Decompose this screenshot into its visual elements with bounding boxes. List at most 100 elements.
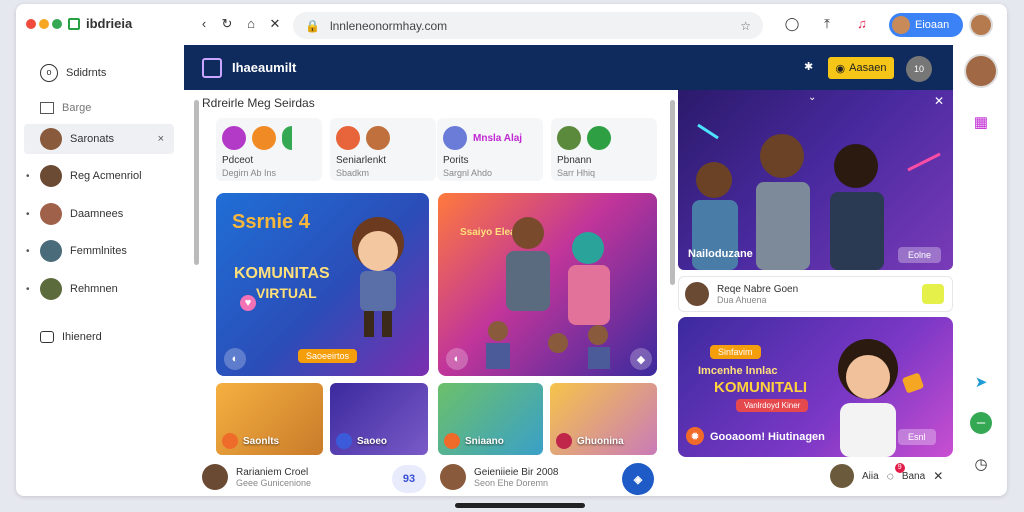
share-icon[interactable]: ⤒	[819, 16, 835, 32]
sparkle-icon[interactable]: ✱	[804, 60, 813, 73]
close-icon[interactable]: ✕	[934, 94, 944, 108]
sidebar-item-6[interactable]: • Rehmnen	[24, 274, 174, 304]
premium-button[interactable]: ◉ Aasaen	[828, 57, 894, 79]
heart-icon: ♥	[240, 295, 256, 311]
bullet-icon: •	[26, 283, 30, 295]
bookmark-star-icon[interactable]: ☆	[740, 19, 751, 33]
kids-illustration	[692, 123, 941, 270]
mini-card[interactable]: Seniarlenkt Sbadkm	[330, 118, 436, 181]
sidebar-item-label: Rehmnen	[70, 283, 118, 295]
user-account-button[interactable]: Eioaan	[889, 13, 963, 37]
sidebar-item-3[interactable]: • Reg Acmenriol	[24, 161, 174, 191]
notification-icon[interactable]: ♫	[854, 16, 870, 32]
sidebar-item-label: Daamnees	[70, 208, 124, 220]
cartoon-character	[352, 217, 404, 337]
close-icon[interactable]: ×	[158, 133, 164, 145]
chat-icon[interactable]: ◌ 9	[887, 463, 905, 483]
video-title: Nailoduzane	[688, 248, 753, 260]
premium-label: Aasaen	[849, 62, 887, 74]
lock-icon[interactable]: ◯	[784, 16, 800, 32]
back-icon[interactable]: ‹	[196, 16, 212, 32]
promo-tag: Sinfavim	[710, 345, 761, 359]
share-icon[interactable]: ◆	[630, 348, 652, 370]
compass-icon[interactable]: ◈	[622, 463, 654, 495]
small-card-text: Sniaano	[465, 435, 504, 447]
sidebar-item-5[interactable]: • Femmlnites	[24, 236, 174, 266]
send-icon[interactable]: ➤	[970, 372, 992, 394]
bottom-user-sub: Geee Gunicenione	[236, 477, 312, 488]
promo-caption: Gooaoom! Hiutinagen	[710, 431, 825, 443]
header-avatar[interactable]: 10	[906, 56, 932, 82]
mini-card[interactable]: Pdceot Degirn Ab Ins	[216, 118, 322, 181]
left-scrollbar[interactable]	[194, 100, 199, 265]
close-icon[interactable]: ✕	[933, 469, 943, 483]
sidebar-item-4[interactable]: • Daamnees	[24, 199, 174, 229]
sidebar: o Sdidrnts Barge Saronats × • Reg Acmenr…	[16, 48, 181, 448]
browser-toolbar: ibdrieia ‹ ↻ ⌂ ✕ 🔒 lnnleneonormhay.com ☆…	[16, 4, 1007, 44]
sidebar-item-label: Reg Acmenriol	[70, 170, 142, 182]
bullet-icon: •	[26, 208, 30, 220]
bottom-user-2[interactable]: Geieniieie Bir 2008 Seon Ehe Doremn	[440, 464, 559, 490]
feature-card-community[interactable]: Ssaiyo Elea ◐ ◆	[438, 193, 657, 376]
sidebar-item-label: Barge	[62, 102, 92, 114]
avatar	[685, 282, 709, 306]
small-card[interactable]: Saonlts	[216, 383, 323, 455]
browser-window: ibdrieia ‹ ↻ ⌂ ✕ 🔒 lnnleneonormhay.com ☆…	[16, 4, 1007, 496]
mini-card[interactable]: Mnsla Alaj Porits Sargnl Ahdo	[437, 118, 543, 181]
mini-icons: Mnsla Alaj	[443, 124, 537, 152]
app-logo-icon	[202, 57, 222, 78]
bottom-action-button[interactable]: 93	[392, 465, 426, 493]
small-card-label: Sniaano	[444, 433, 504, 449]
sidebar-item-0[interactable]: o Sdidrnts	[24, 58, 174, 88]
target-icon	[336, 126, 360, 150]
promo-button[interactable]: Esnl	[898, 429, 936, 445]
like-icon[interactable]: ◐	[224, 348, 246, 370]
add-icon[interactable]: –	[970, 412, 992, 434]
avatar	[40, 203, 62, 225]
video-action-button[interactable]: Eolne	[898, 247, 942, 263]
reload-icon[interactable]: ↻	[219, 16, 235, 32]
avatar	[40, 278, 62, 300]
grid-icon[interactable]: ▦	[970, 112, 992, 134]
sidebar-item-2[interactable]: Saronats ×	[24, 124, 174, 154]
home-icon[interactable]: ⌂	[243, 16, 259, 32]
video-card[interactable]: ⌄ ✕ Nailoduzane Eolne	[678, 90, 953, 270]
rail-avatar[interactable]	[964, 54, 998, 88]
family-illustration	[486, 217, 610, 369]
small-card[interactable]: Saoeo	[330, 383, 428, 455]
people-icon	[252, 126, 276, 150]
home-indicator[interactable]	[455, 503, 585, 508]
avatar	[440, 464, 466, 490]
small-card[interactable]: Sniaano	[438, 383, 543, 455]
small-card-text: Saonlts	[243, 435, 280, 447]
small-card[interactable]: Ghuonina	[550, 383, 657, 455]
address-bar[interactable]: 🔒 lnnleneonormhay.com ☆	[293, 12, 763, 39]
app-window: Ihaeaumilt ✱ ◉ Aasaen 10 Rdreirle Meg Se…	[184, 45, 953, 457]
feature-pill[interactable]: Saoeeirtos	[298, 349, 358, 363]
comment-row[interactable]: Reqe Nabre Goen Dua Ahuena	[678, 276, 953, 312]
globe-icon	[556, 433, 572, 449]
like-icon[interactable]: ◐	[446, 348, 468, 370]
profile-avatar[interactable]	[969, 13, 993, 37]
small-card-text: Saoeo	[357, 435, 388, 447]
mini-card-title: Seniarlenkt	[336, 155, 387, 166]
promo-card[interactable]: Sinfavim Imcenhe lnnlac KOMUNITALI Vanlr…	[678, 317, 953, 457]
close-tab-icon[interactable]: ✕	[267, 16, 283, 32]
bottom-user-1[interactable]: Rarianiem Croel Geee Gunicenione	[202, 464, 311, 490]
bottom-user-3[interactable]: Aiia ◌ 9 Bana ✕	[830, 463, 943, 488]
bottom-user-title: Rarianiem Croel	[236, 466, 309, 478]
brand[interactable]: ibdrieia	[26, 16, 132, 31]
sidebar-item-1[interactable]: Barge	[24, 93, 174, 123]
feed-scrollbar[interactable]	[670, 100, 675, 285]
sidebar-item-7[interactable]: Ihienerd	[24, 322, 174, 352]
app-name: ibdrieia	[86, 16, 133, 31]
avatar	[40, 128, 62, 150]
reply-icon[interactable]	[922, 284, 944, 304]
bottom-user-sub: Seon Ehe Doremn	[474, 477, 549, 488]
chevron-down-icon[interactable]: ⌄	[808, 92, 816, 103]
small-card-text: Ghuonina	[577, 435, 624, 447]
avatar	[830, 464, 854, 488]
url-text: lnnleneonormhay.com	[329, 18, 448, 33]
feature-card-komunitas[interactable]: Ssrnie 4 KOMUNITAS VIRTUAL ♥ Saoeeirtos …	[216, 193, 429, 376]
mini-card[interactable]: Pbnann Sarr Hhiq	[551, 118, 657, 181]
